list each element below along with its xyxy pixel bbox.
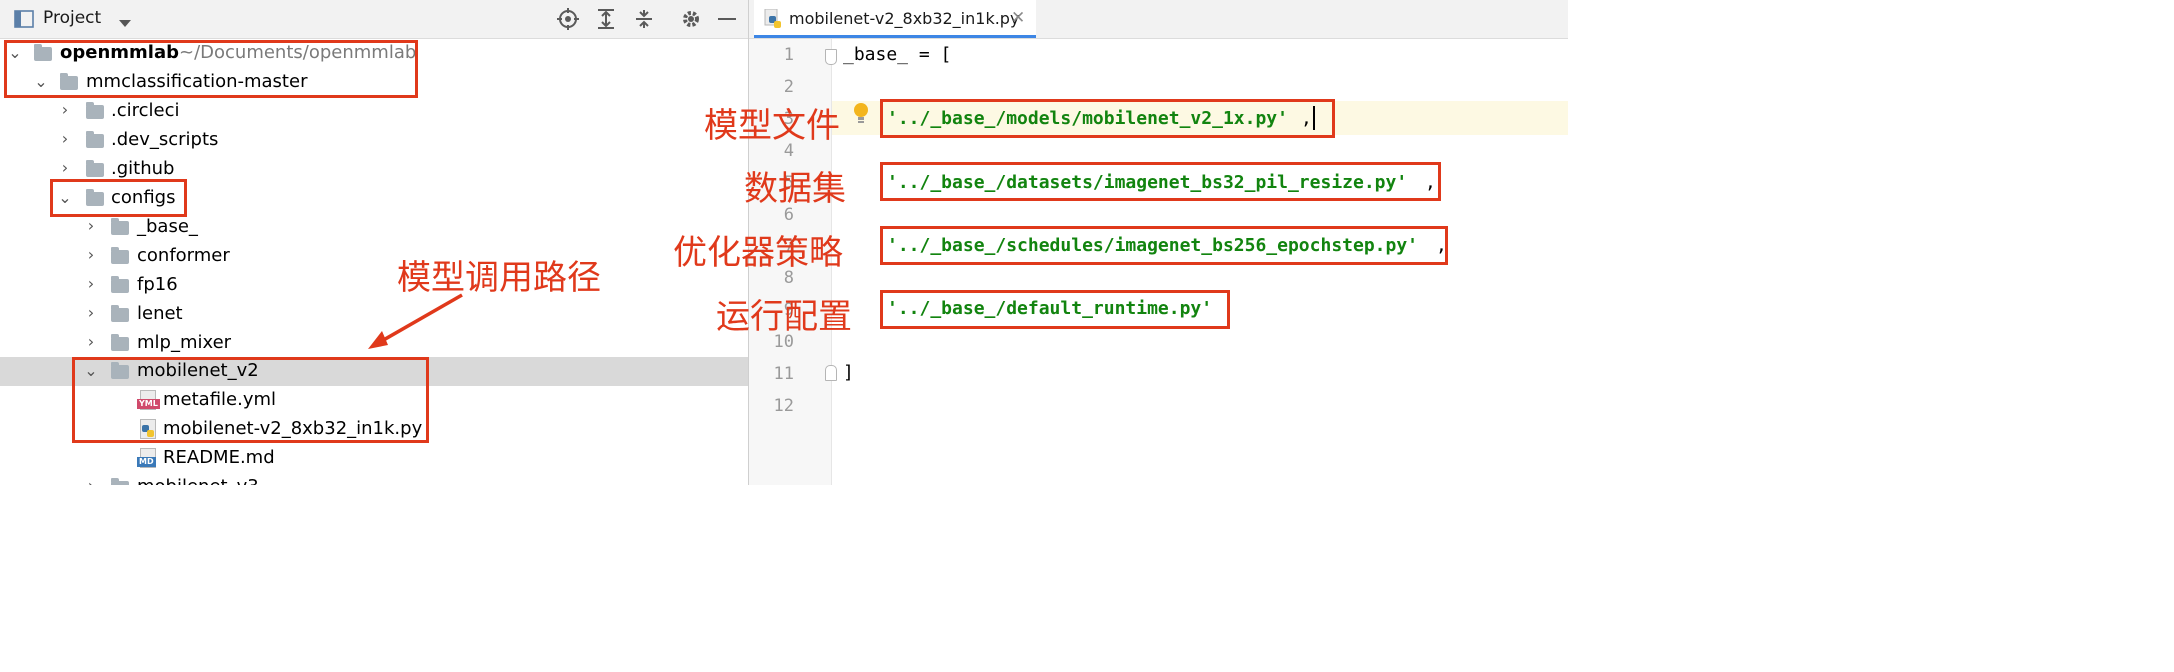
chevron-right-icon[interactable]: › xyxy=(84,334,98,350)
tree-row-dev-scripts[interactable]: › .dev_scripts xyxy=(0,126,748,155)
collapse-all-icon[interactable] xyxy=(634,8,654,34)
project-view-icon[interactable] xyxy=(14,10,34,28)
code-line-1[interactable]: _base_ = [ xyxy=(843,44,951,65)
tree-label: conformer xyxy=(137,245,230,266)
annotation-model-file: 模型文件 xyxy=(704,106,840,146)
folder-icon xyxy=(86,131,104,148)
tree-row-mobilenet-v3[interactable]: › mobilenet_v3 xyxy=(0,473,748,485)
fold-marker-icon[interactable] xyxy=(825,365,837,381)
lightbulb-icon[interactable] xyxy=(853,103,869,129)
chevron-right-icon[interactable]: › xyxy=(58,131,72,147)
folder-icon xyxy=(86,102,104,119)
chevron-right-icon[interactable]: › xyxy=(84,247,98,263)
chevron-right-icon[interactable]: › xyxy=(58,102,72,118)
line-number: 2 xyxy=(783,77,794,97)
chevron-down-icon[interactable] xyxy=(118,12,132,32)
folder-icon xyxy=(111,247,129,264)
code-line-11[interactable]: ] xyxy=(843,362,854,383)
file-icon-tag: MD xyxy=(137,457,156,467)
folder-icon xyxy=(111,478,129,485)
expand-all-icon[interactable] xyxy=(596,8,616,34)
tree-label: _base_ xyxy=(137,216,198,237)
highlight-box-runtime xyxy=(880,290,1230,329)
folder-icon xyxy=(86,160,104,177)
tree-label: README.md xyxy=(163,447,275,468)
chevron-right-icon[interactable]: › xyxy=(84,305,98,321)
gear-icon[interactable] xyxy=(680,8,702,34)
highlight-box-configs xyxy=(50,179,187,217)
tree-label: lenet xyxy=(137,303,183,324)
annotation-dataset: 数据集 xyxy=(744,169,846,209)
folder-icon xyxy=(111,218,129,235)
close-icon[interactable]: ✕ xyxy=(1011,8,1025,28)
project-panel-header: Project xyxy=(0,0,748,39)
tree-row-circleci[interactable]: › .circleci xyxy=(0,97,748,126)
highlight-box-models xyxy=(880,99,1335,138)
chevron-right-icon[interactable]: › xyxy=(58,160,72,176)
chevron-right-icon[interactable]: › xyxy=(84,218,98,234)
minimize-icon[interactable] xyxy=(718,18,736,20)
annotation-optimizer: 优化器策略 xyxy=(673,233,843,273)
line-number: 1 xyxy=(783,45,794,65)
tree-row-conformer[interactable]: › conformer xyxy=(0,242,748,271)
chevron-right-icon[interactable]: › xyxy=(84,478,98,486)
highlight-box-schedules xyxy=(880,226,1448,265)
folder-icon xyxy=(111,334,129,351)
project-panel: Project ⌄ openmmlab ~/Documents/openmmla… xyxy=(0,0,748,485)
editor-tab[interactable]: mobilenet-v2_8xb32_in1k.py ✕ xyxy=(754,0,1036,38)
editor-tab-title: mobilenet-v2_8xb32_in1k.py xyxy=(789,9,1020,28)
annotation-arrow xyxy=(368,293,463,349)
folder-icon xyxy=(111,305,129,322)
tree-row-readme[interactable]: MD README.md xyxy=(0,444,748,473)
highlight-box-datasets xyxy=(880,162,1441,201)
python-file-icon xyxy=(764,8,784,33)
highlight-box-project-root xyxy=(4,40,418,98)
fold-marker-icon[interactable] xyxy=(825,49,837,65)
line-number: 12 xyxy=(773,396,794,416)
locate-icon[interactable] xyxy=(557,8,579,34)
markdown-file-icon: MD xyxy=(137,448,156,468)
folder-icon xyxy=(111,276,129,293)
tree-label: .github xyxy=(111,158,175,179)
chevron-right-icon[interactable]: › xyxy=(84,276,98,292)
tree-label: fp16 xyxy=(137,274,178,295)
tree-label: .circleci xyxy=(111,100,180,121)
project-panel-title[interactable]: Project xyxy=(43,8,101,28)
tree-label: .dev_scripts xyxy=(111,129,219,150)
highlight-box-mobilenet-v2 xyxy=(72,357,429,443)
tree-label: mlp_mixer xyxy=(137,332,232,353)
annotation-runtime: 运行配置 xyxy=(716,297,852,337)
line-number: 11 xyxy=(773,364,794,384)
tree-row-base[interactable]: › _base_ xyxy=(0,213,748,242)
tree-label: mobilenet_v3 xyxy=(137,476,259,485)
